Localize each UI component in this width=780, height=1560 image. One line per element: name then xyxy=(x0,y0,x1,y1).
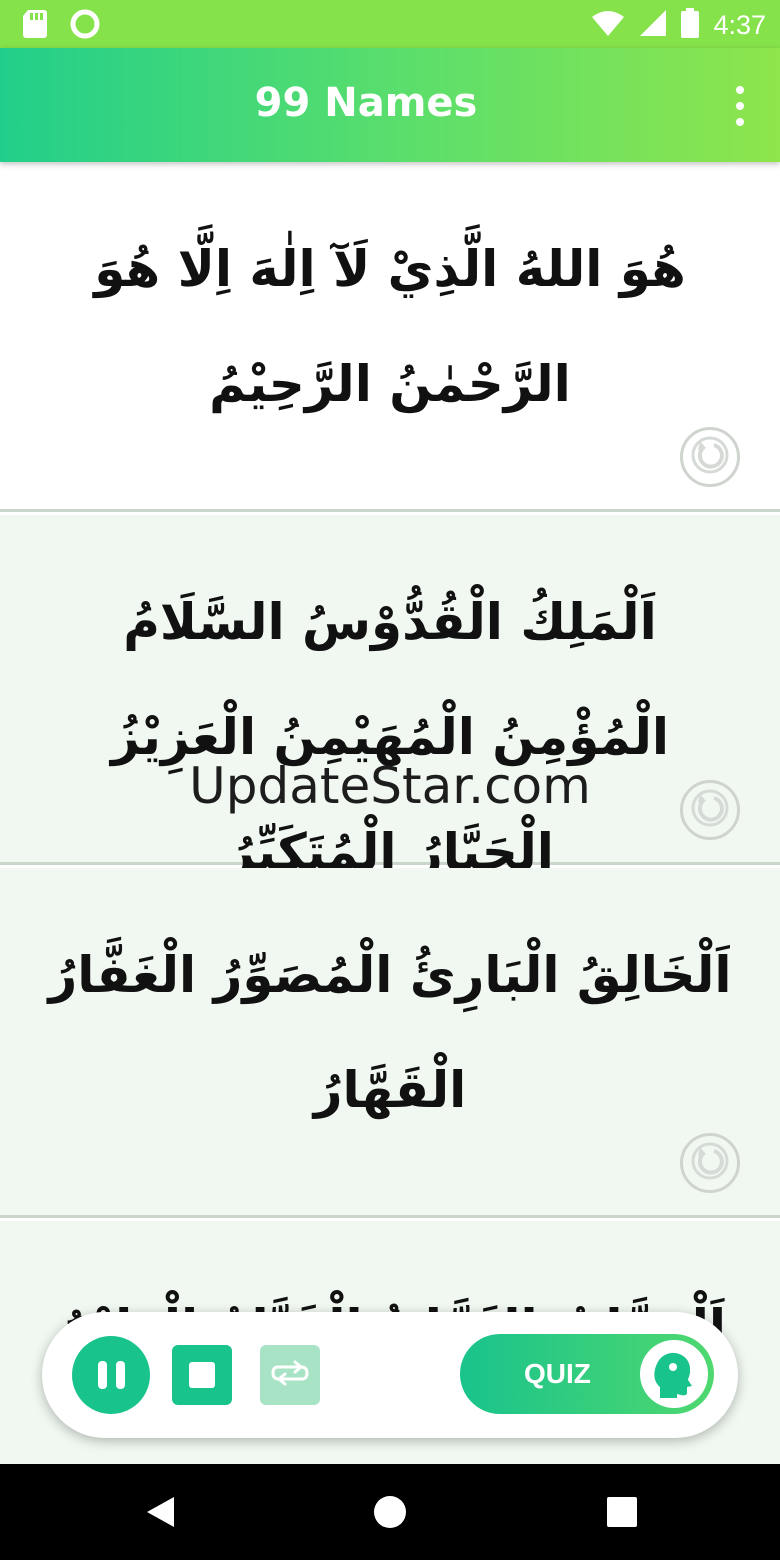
replay-icon xyxy=(690,435,730,479)
repeat-icon xyxy=(270,1359,310,1391)
app-bar: 99 Names xyxy=(0,48,780,162)
arabic-names-text: اَلْخَالِقُ الْبَارِئُ الْمُصَوِّرُ الْغ… xyxy=(48,946,732,1119)
pause-icon xyxy=(97,1361,107,1389)
home-circle-icon[interactable] xyxy=(370,1492,410,1532)
name-card[interactable]: اَلْخَالِقُ الْبَارِئُ الْمُصَوِّرُ الْغ… xyxy=(0,868,780,1218)
wifi-icon xyxy=(591,9,625,41)
sd-card-icon xyxy=(22,9,48,43)
menu-dot xyxy=(736,86,744,94)
page-title: 99 Names xyxy=(254,80,478,126)
pause-button[interactable] xyxy=(72,1336,150,1414)
overflow-menu-icon[interactable] xyxy=(730,86,750,126)
status-bar: 4:37 xyxy=(0,0,780,48)
recents-square-icon[interactable] xyxy=(602,1492,642,1532)
arabic-names-text: هُوَ اللهُ الَّذِيْ لَآ اِلٰهَ اِلَّا هُ… xyxy=(94,240,686,413)
battery-icon xyxy=(681,8,700,42)
system-nav-bar xyxy=(0,1464,780,1560)
back-triangle-icon[interactable] xyxy=(140,1492,180,1532)
arabic-names-text: اَلْمَلِكُ الْقُدُّوْسُ السَّلَامُ الْمُ… xyxy=(110,593,670,881)
audio-player-bar: QUIZ xyxy=(42,1312,738,1438)
status-right-icons: 4:37 xyxy=(591,8,766,42)
stop-icon xyxy=(189,1362,215,1388)
status-time: 4:37 xyxy=(713,9,766,40)
watermark-text: UpdateStar.com xyxy=(189,757,591,815)
status-left-icons xyxy=(22,9,100,43)
repeat-button[interactable] xyxy=(260,1345,320,1405)
quiz-button[interactable]: QUIZ xyxy=(460,1334,714,1414)
quiz-label: QUIZ xyxy=(524,1358,591,1389)
stop-button[interactable] xyxy=(172,1345,232,1405)
replay-button[interactable] xyxy=(680,427,740,487)
head-profile-icon xyxy=(640,1340,708,1408)
cell-signal-icon xyxy=(639,9,667,41)
replay-icon xyxy=(690,1141,730,1185)
menu-dot xyxy=(736,102,744,110)
pause-icon-bar xyxy=(115,1361,125,1389)
sync-circle-icon xyxy=(70,9,100,43)
replay-button[interactable] xyxy=(680,1133,740,1193)
name-card[interactable]: هُوَ اللهُ الَّذِيْ لَآ اِلٰهَ اِلَّا هُ… xyxy=(0,162,780,512)
menu-dot xyxy=(736,118,744,126)
